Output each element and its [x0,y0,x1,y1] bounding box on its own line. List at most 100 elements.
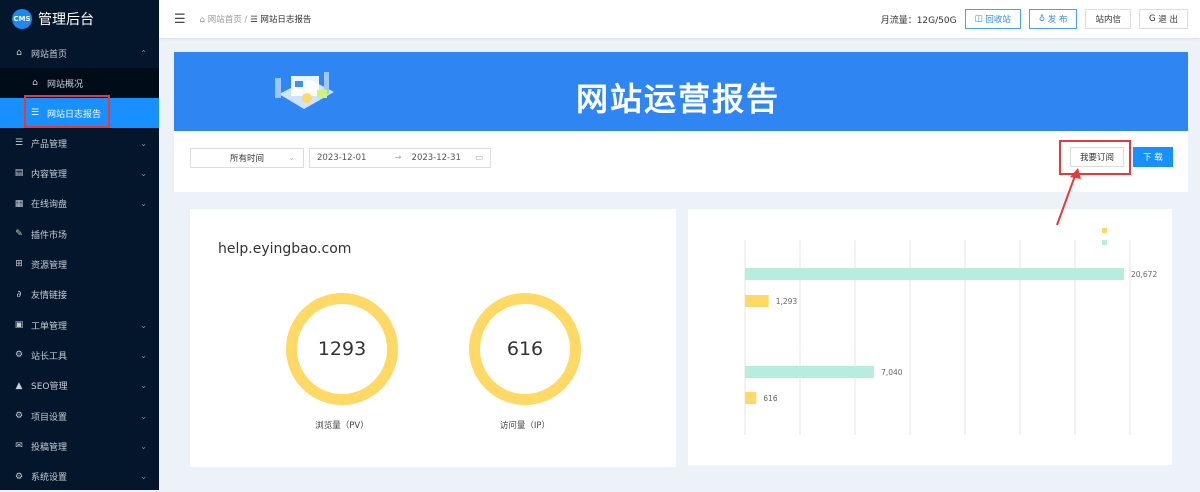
chevron-down-icon: ⌄ [140,441,147,451]
recycle-label: 回收站 [985,15,1011,25]
end-date[interactable]: 2023-12-31 [412,153,461,163]
sidebar-item[interactable]: ▦ 在线询盘 ⌄ [0,188,159,219]
mail-icon: ✉ [15,441,23,451]
time-range-value: 所有时间 [229,154,264,164]
sidebar-item[interactable]: ⚙ 站长工具 ⌄ [0,340,159,370]
publish-button[interactable]: ♁ 发 布 [1028,9,1078,29]
breadcrumb: ⌂ 网站首页 / ☰ 网站日志报告 [200,13,312,25]
menu-item-label: 网站首页 [31,49,68,60]
logout-label: 退 出 [1158,15,1178,25]
grid-icon: ⊞ [15,259,23,269]
subscribe-button[interactable]: 我要订阅 [1070,147,1125,167]
bar [745,268,1124,280]
menu-item-label: 内容管理 [31,169,68,180]
header-actions: 月流量：12G/50G ◫ 回收站 ♁ 发 布 站内信 G 退 出 [881,9,1188,29]
arrow-icon: → [394,153,402,163]
chevron-down-icon: ⌄ [140,350,147,360]
annotation-arrow [1056,168,1081,226]
messages-button[interactable]: 站内信 [1085,9,1131,29]
menu-item-label: 投稿管理 [31,442,68,453]
submenu-item[interactable]: ⌂ 网站概况 [0,68,159,98]
sidebar-item[interactable]: ✉ 投稿管理 ⌄ [0,431,159,461]
chevron-down-icon: ⌄ [140,168,147,178]
menu-item-label: 网站日志报告 [47,109,102,120]
chevron-down-icon: ⌄ [140,411,147,421]
publish-label: 发 布 [1047,15,1068,25]
recycle-button[interactable]: ◫ 回收站 [964,9,1021,29]
bar [745,366,875,378]
time-range-select[interactable]: 所有时间 ⌄ [190,148,304,168]
menu-item-label: 系统设置 [31,473,68,483]
filter-bar: 所有时间 ⌄ 2023-12-01 → 2023-12-31 ▭ [174,131,1188,192]
menu-item-label: 项目设置 [31,412,68,423]
logout-button[interactable]: G 退 出 [1139,9,1188,29]
list-icon: ☰ [14,138,24,148]
sidebar-item[interactable]: ⊞ 资源管理 [0,249,159,279]
banner: 网站运营报告 [174,52,1188,131]
ip-label: 访问量（IP） [499,421,551,431]
menu-toggle-icon[interactable]: ☰ [174,12,186,27]
breadcrumb-home-label[interactable]: 网站首页 [208,15,242,25]
menu-item-label: 网站概况 [47,79,84,90]
stats-card: help.eyingbao.com 1293 浏览量（PV） 616 访问量（I… [190,209,676,467]
header: ☰ ⌂ 网站首页 / ☰ 网站日志报告 月流量：12G/50G ◫ 回收站 ♁ … [159,0,1200,38]
chevron-down-icon: ⌄ [287,153,295,163]
sidebar-item[interactable]: ▣ 工单管理 ⌄ [0,310,159,340]
sidebar-item[interactable]: ▲ SEO管理 ⌄ [0,370,159,401]
home-icon: ⌂ [16,48,22,58]
rocket-icon: ♁ [1038,14,1048,24]
download-button[interactable]: 下 载 [1133,147,1173,167]
file-icon: ▣ [14,320,24,330]
pin-icon: ✎ [15,229,23,239]
report-card: 网站运营报告 所有时间 ⌄ 2023-12-01 → 2023-12-31 ▭ [174,52,1188,192]
menu-item-label: 站长工具 [31,351,68,362]
data-label: 7,040 [881,368,903,377]
sidebar-item[interactable]: ☰ 产品管理 ⌄ [0,128,159,158]
warning-icon: ▲ [15,380,23,391]
menu-item-label: 友情链接 [31,291,68,301]
breadcrumb-current: ☰ 网站日志报告 [250,15,312,25]
breadcrumb-separator: / [244,15,248,25]
calendar-icon: ▭ [474,153,483,163]
breadcrumb-home[interactable]: ⌂ 网站首页 [200,15,242,25]
analytics-illustration [275,72,334,109]
sidebar-item[interactable]: ▤ 内容管理 ⌄ [0,158,159,188]
sidebar-item[interactable]: ✎ 插件市场 [0,219,159,249]
cms-logo-icon: CMS [12,9,32,29]
pv-label: 浏览量（PV） [315,421,369,431]
gear-icon: ⚙ [14,411,24,421]
traffic-text: 月流量：12G/50G [880,15,957,26]
gear-icon: ⚙ [14,471,24,482]
data-label: 20,672 [1131,270,1157,279]
table-icon: ▦ [14,198,24,209]
sidebar-menu: ⌂ 网站首页 ⌃ ⌂ 网站概况 ☰ 网站日志报告 ☰ 产品管理 ⌄ ▤ 内容管理 ⌄ ▦ 在线询盘 ⌄ ✎ 插件市… [0,38,159,492]
site-domain: help.eyingbao.com [218,241,352,257]
pv-ring: 1293 [286,293,398,405]
sidebar: CMS 管理后台 ⌂ 网站首页 ⌃ ⌂ 网站概况 ☰ 网站日志报告 ☰ 产品管理 ⌄ ▤ 内容管理 ⌄ ▦ 在… [0,0,159,490]
menu-item-label: SEO管理 [31,382,68,392]
bar [745,295,769,307]
submenu-item[interactable]: ☰ 网站日志报告 [0,98,159,128]
sidebar-item[interactable]: ⚙ 项目设置 ⌄ [0,401,159,431]
sidebar-item[interactable]: ⌂ 网站首页 ⌃ [0,38,159,68]
menu-item-label: 资源管理 [31,260,68,271]
date-range-picker[interactable]: 2023-12-01 → 2023-12-31 ▭ [309,148,491,168]
sidebar-item[interactable]: ∂ 友情链接 [0,279,159,310]
start-date[interactable]: 2023-12-01 [317,153,366,163]
list-icon: ☰ [30,108,40,118]
link-icon: ∂ [16,289,22,300]
breadcrumb-current-label: 网站日志报告 [260,15,312,25]
pv-value: 1293 [317,338,367,360]
cogs-icon: ⚙ [14,350,24,360]
logout-icon: G [1149,14,1159,24]
chevron-down-icon: ⌄ [140,472,147,481]
chevron-down-icon: ⌄ [140,381,147,390]
sidebar-item[interactable]: ⚙ 系统设置 ⌄ [0,461,159,492]
data-label: 1,293 [776,297,798,306]
chart-card: 20,672 1,293 7,040 616 [688,209,1172,465]
chevron-up-icon: ⌃ [140,48,147,58]
banner-title: 网站运营报告 [576,80,781,118]
home-icon: ⌂ [32,78,38,88]
content-icon: ▤ [14,168,24,178]
data-label: 616 [763,394,778,403]
